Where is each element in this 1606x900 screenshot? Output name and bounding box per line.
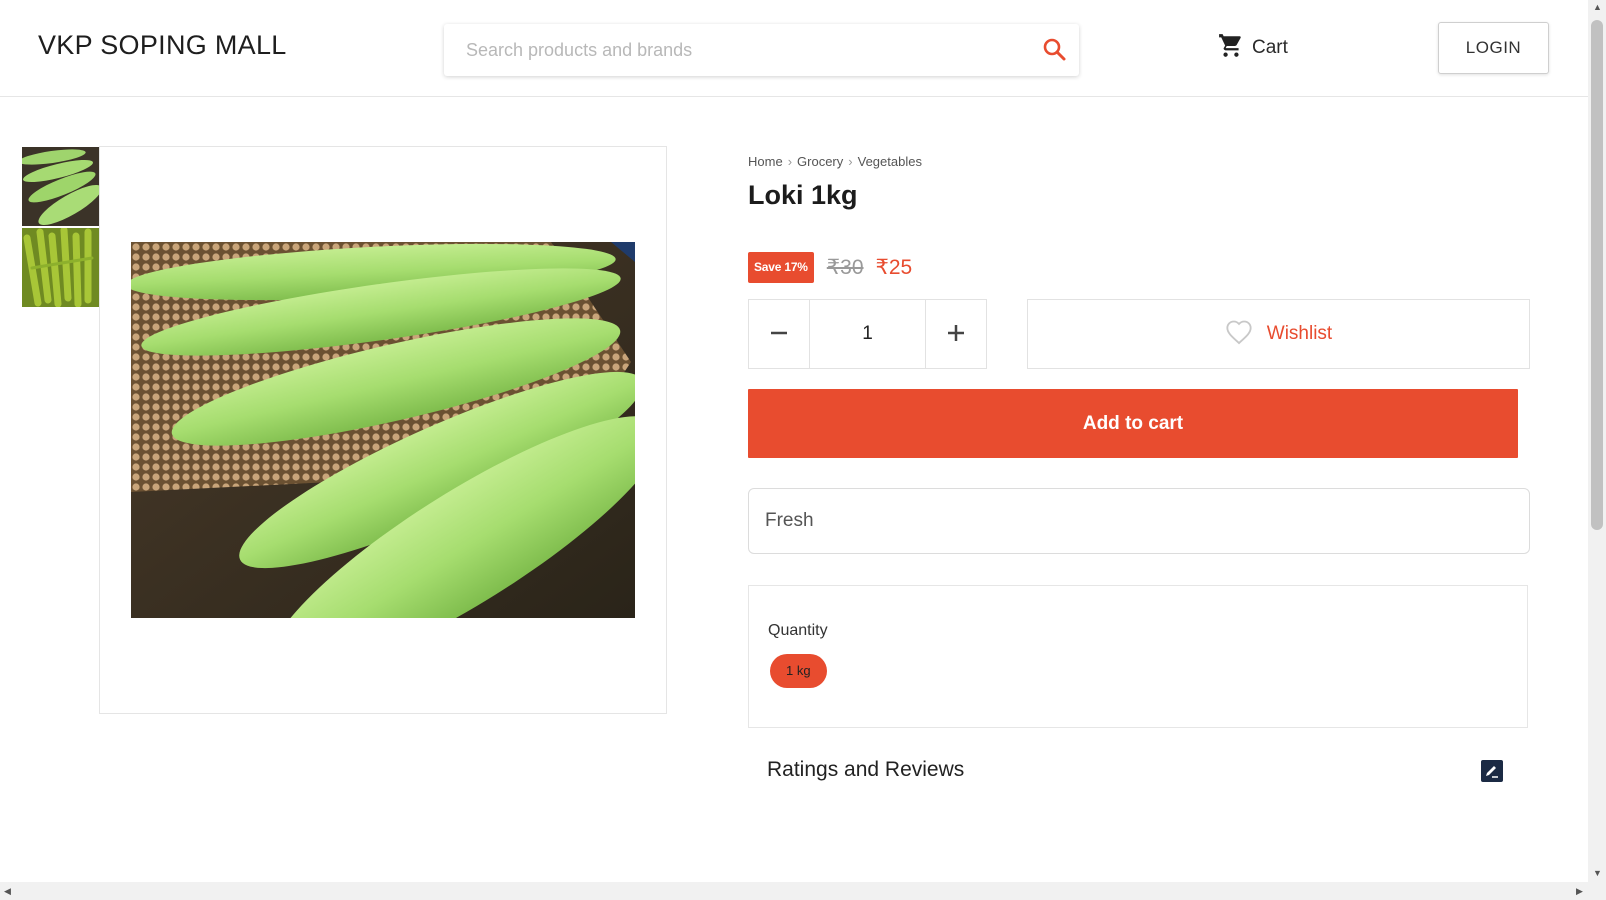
horizontal-scrollbar[interactable]: ◀ ▶ xyxy=(0,882,1606,900)
discount-badge: Save 17% xyxy=(748,252,814,283)
scroll-up-arrow[interactable]: ▲ xyxy=(1593,2,1602,12)
brand-logo-text[interactable]: VKP SOPING MALL xyxy=(38,30,287,61)
cart-icon xyxy=(1218,33,1244,64)
main-image-frame xyxy=(99,146,667,714)
breadcrumb: Home › Grocery › Vegetables xyxy=(748,154,922,169)
breadcrumb-vegetables[interactable]: Vegetables xyxy=(858,154,922,169)
quantity-stepper: 1 xyxy=(748,299,987,369)
product-title: Loki 1kg xyxy=(748,180,858,210)
breadcrumb-home[interactable]: Home xyxy=(748,154,783,169)
scroll-left-arrow[interactable]: ◀ xyxy=(4,886,11,897)
heart-icon xyxy=(1225,319,1253,350)
thumbnail-1[interactable] xyxy=(22,147,99,226)
variant-chip-selected[interactable]: 1 kg xyxy=(770,654,827,688)
decrease-quantity-button[interactable] xyxy=(749,300,809,368)
scroll-down-arrow[interactable]: ▼ xyxy=(1593,868,1602,878)
increase-quantity-button[interactable] xyxy=(926,300,986,368)
price-row: Save 17% ₹30 ₹25 xyxy=(748,252,912,283)
vertical-scrollbar-thumb[interactable] xyxy=(1591,20,1603,530)
product-image[interactable] xyxy=(126,242,664,678)
variant-label: Quantity xyxy=(768,622,828,639)
wishlist-button[interactable]: Wishlist xyxy=(1027,299,1530,369)
product-note-field[interactable] xyxy=(748,488,1530,554)
product-page: VKP SOPING MALL Cart LOGIN xyxy=(0,0,1606,900)
thumbnail-2[interactable] xyxy=(22,228,99,307)
breadcrumb-separator: › xyxy=(787,154,793,169)
original-price: ₹30 xyxy=(826,256,864,279)
vertical-scrollbar[interactable]: ▲ ▼ xyxy=(1588,0,1606,882)
scroll-right-arrow[interactable]: ▶ xyxy=(1576,886,1583,897)
top-header: VKP SOPING MALL Cart LOGIN xyxy=(0,0,1588,97)
ratings-reviews-heading: Ratings and Reviews xyxy=(767,758,965,781)
quantity-value[interactable]: 1 xyxy=(809,300,926,368)
login-button[interactable]: LOGIN xyxy=(1438,22,1549,74)
search-icon[interactable] xyxy=(1041,36,1069,64)
variant-selector: Quantity 1 kg xyxy=(748,585,1528,728)
edit-review-icon[interactable] xyxy=(1480,759,1504,783)
breadcrumb-separator: › xyxy=(848,154,853,169)
cart-link[interactable]: Cart xyxy=(1218,33,1288,63)
plus-icon xyxy=(946,317,966,351)
search-bar xyxy=(444,24,1079,76)
breadcrumb-grocery[interactable]: Grocery xyxy=(797,154,843,169)
wishlist-label: Wishlist xyxy=(1266,323,1333,344)
thumbnail-list xyxy=(22,147,99,309)
search-input[interactable] xyxy=(444,24,1024,76)
minus-icon xyxy=(769,317,789,351)
sale-price: ₹25 xyxy=(875,256,913,279)
add-to-cart-button[interactable]: Add to cart xyxy=(748,389,1518,458)
cart-label: Cart xyxy=(1252,37,1288,58)
